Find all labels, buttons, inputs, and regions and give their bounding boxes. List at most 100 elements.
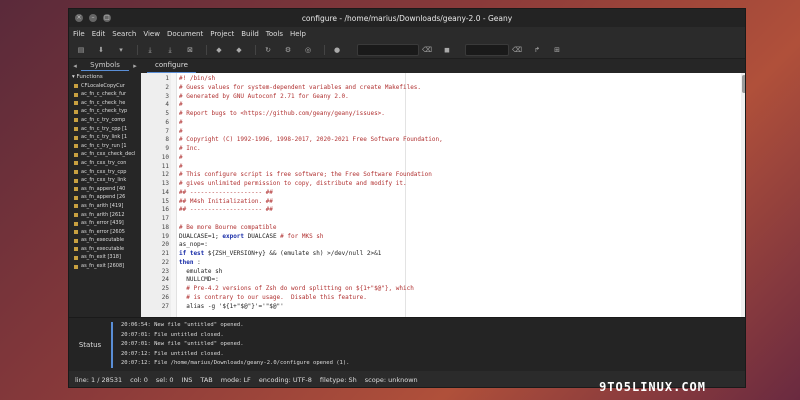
line-number: 2 [165, 83, 169, 91]
list-item[interactable]: as_fn_exit [318] [69, 253, 141, 262]
list-item[interactable]: ac_fn_c_check_fur [69, 90, 141, 99]
line-number: 5 [165, 110, 169, 117]
list-item[interactable]: as_fn_append [26 [69, 193, 141, 202]
menu-tools[interactable]: Tools [266, 30, 283, 38]
title-bar: × – □ configure - /home/marius/Downloads… [69, 9, 745, 27]
log-line: 20:07:01: New file "untitled" opened. [121, 341, 244, 347]
find-next-icon[interactable]: ◼ [439, 43, 455, 57]
list-item[interactable]: as_fn_executable [69, 245, 141, 254]
menu-search[interactable]: Search [112, 30, 136, 38]
forward-icon[interactable]: ◆ [231, 43, 247, 57]
minimize-window-icon[interactable]: – [89, 14, 97, 22]
compile-icon[interactable]: ↻ [260, 43, 276, 57]
list-item[interactable]: ac_fn_cxx_try_cpp [69, 168, 141, 177]
menu-edit[interactable]: Edit [92, 30, 106, 38]
menu-view[interactable]: View [143, 30, 160, 38]
build-icon[interactable]: ⚙ [280, 43, 296, 57]
line-number: 8 [165, 136, 169, 144]
search-input[interactable] [357, 43, 419, 56]
list-item[interactable]: ac_fn_cxx_try_link [69, 176, 141, 185]
list-item[interactable]: ac_fn_cxx_try_con [69, 159, 141, 168]
list-item[interactable]: as_fn_append [40 [69, 185, 141, 194]
list-item[interactable]: as_fn_arith [419] [69, 202, 141, 211]
line-number: 18 [161, 223, 169, 231]
log-line: 20:06:54: New file "untitled" opened. [121, 322, 244, 328]
back-icon[interactable]: ◆ [211, 43, 227, 57]
chevron-left-icon[interactable]: ◂ [69, 62, 81, 70]
list-item[interactable]: ac_fn_c_try_comp [69, 116, 141, 125]
goto-line-input[interactable] [465, 43, 509, 56]
tab-configure[interactable]: configure [147, 59, 196, 73]
tab-symbols[interactable]: Symbols [81, 61, 129, 71]
tree-root-label: Functions [76, 74, 103, 80]
line-number: 19 [161, 232, 169, 240]
save-icon[interactable]: ▾ [113, 43, 129, 57]
list-item[interactable]: as_fn_error [2605 [69, 228, 141, 237]
goto-line-icon[interactable]: ↱ [529, 43, 545, 57]
code-token: ${ZSH_VERSION+y} && (emulate sh) >/dev/n… [204, 250, 382, 257]
line-number: 24 [161, 276, 169, 284]
log-line: 20:07:12: File /home/marius/Downloads/ge… [121, 360, 350, 366]
menu-document[interactable]: Document [167, 30, 203, 38]
close-icon[interactable]: ⊠ [182, 43, 198, 57]
revert-icon[interactable]: ⤓ [162, 43, 178, 57]
run-icon[interactable]: ◎ [300, 43, 316, 57]
code-line: # [179, 128, 183, 135]
scrollbar-thumb[interactable] [742, 75, 745, 93]
menu-build[interactable]: Build [241, 30, 259, 38]
code-token: # Guess values for system-dependent vari… [179, 83, 422, 91]
list-item[interactable]: ac_fn_c_try_run [1 [69, 142, 141, 151]
list-item[interactable]: ac_fn_c_check_he [69, 99, 141, 108]
clear-goto-icon[interactable]: ⌫ [509, 43, 525, 57]
menu-project[interactable]: Project [210, 30, 234, 38]
code-line: # Generated by GNU Autoconf 2.71 for Gea… [179, 93, 349, 100]
fold-margin[interactable] [171, 73, 177, 317]
list-item[interactable]: CFLocaleCopyCur [69, 82, 141, 91]
status-scope: scope: unknown [364, 376, 418, 384]
status-col: col: 0 [130, 376, 148, 384]
vertical-scrollbar[interactable] [741, 73, 745, 317]
menu-help[interactable]: Help [290, 30, 306, 38]
code-token: # gives unlimited permission to copy, di… [179, 180, 407, 187]
list-item[interactable]: as_fn_arith [2612 [69, 211, 141, 220]
open-icon[interactable]: ⬇ [93, 43, 109, 57]
code-line: then : [179, 259, 201, 266]
new-file-icon[interactable]: ▤ [73, 43, 89, 57]
code-token: # [179, 101, 183, 109]
code-line: # [179, 119, 183, 126]
line-number: 4 [165, 101, 169, 109]
line-number: 1 [165, 75, 169, 82]
list-item[interactable]: as_fn_executable [69, 236, 141, 245]
list-item[interactable]: ac_fn_cxx_check_decl [69, 150, 141, 159]
code-editor[interactable]: 1 #! /bin/sh 2 # Guess values for system-de… [141, 73, 745, 317]
code-token: DUALCASE=1; [179, 232, 223, 240]
list-item[interactable]: ac_fn_c_try_cpp [1 [69, 125, 141, 134]
list-item[interactable]: as_fn_error [439] [69, 219, 141, 228]
list-item[interactable]: as_fn_exit [2608] [69, 262, 141, 271]
color-icon[interactable]: ● [329, 43, 345, 57]
tree-root-functions[interactable]: ▾ Functions [69, 73, 141, 82]
active-tab-indicator [111, 322, 113, 368]
sidebar-tabs: ◂ Symbols ▸ [69, 59, 141, 73]
line-number: 15 [161, 197, 169, 205]
save-all-icon[interactable]: ⤓ [142, 43, 158, 57]
list-item[interactable]: ac_fn_c_try_link [1 [69, 133, 141, 142]
line-number: 14 [161, 188, 169, 196]
line-number: 16 [161, 206, 169, 214]
close-window-icon[interactable]: × [75, 14, 83, 22]
code-token: # [179, 118, 183, 126]
message-window: Status 20:06:54: New file "untitled" ope… [69, 317, 745, 371]
chevron-right-icon[interactable]: ▸ [129, 62, 141, 70]
code-token: # This configure script is free software… [179, 171, 432, 179]
code-token: # Pre-4.2 versions of Zsh do word splitt… [179, 285, 414, 292]
code-line: # [179, 163, 183, 170]
quit-icon[interactable]: ⊞ [549, 43, 565, 57]
tab-status[interactable]: Status [69, 318, 111, 372]
list-item[interactable]: ac_fn_c_check_typ [69, 107, 141, 116]
line-number: 11 [161, 162, 169, 170]
code-token: ## M4sh Initialization. ## [179, 197, 273, 205]
menu-file[interactable]: File [73, 30, 85, 38]
clear-search-icon[interactable]: ⌫ [419, 43, 435, 57]
tabs-row: ◂ Symbols ▸ configure [69, 59, 745, 73]
maximize-window-icon[interactable]: □ [103, 14, 111, 22]
